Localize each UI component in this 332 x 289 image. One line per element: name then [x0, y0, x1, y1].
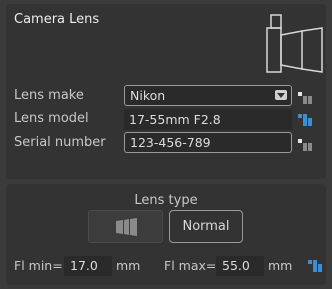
serial-number-label: Serial number — [14, 135, 106, 150]
fl-max-input[interactable]: 55.0 — [216, 256, 264, 276]
lens-model-label: Lens model — [14, 111, 89, 126]
lens-model-input[interactable]: 17-55mm F2.8 — [124, 109, 292, 130]
lens-model-preset-icon[interactable] — [298, 114, 313, 126]
lens-make-preset-icon[interactable] — [298, 92, 313, 104]
normal-lens-button[interactable]: Normal — [169, 210, 243, 243]
fl-max-label: Fl max= — [164, 258, 217, 273]
fl-max-unit: mm — [268, 258, 293, 273]
lens-make-value: Nikon — [130, 88, 166, 103]
camera-icon — [266, 14, 323, 73]
lens-type-label: Lens type — [134, 193, 198, 208]
camera-lens-panel: Camera Lens Lens make Nikon Lens model 1… — [6, 4, 326, 179]
fisheye-lens-button[interactable] — [88, 210, 163, 243]
panel-title: Camera Lens — [14, 12, 100, 27]
lens-make-dropdown[interactable]: Nikon — [124, 85, 292, 106]
dropdown-arrow-icon[interactable] — [275, 90, 287, 100]
lens-make-label: Lens make — [14, 88, 84, 103]
fl-min-label: Fl min= — [14, 258, 63, 273]
focal-length-preset-icon[interactable] — [308, 260, 323, 272]
serial-number-input[interactable]: 123-456-789 — [124, 132, 292, 153]
fl-min-unit: mm — [116, 258, 141, 273]
fl-min-input[interactable]: 17.0 — [64, 256, 112, 276]
serial-number-preset-icon[interactable] — [298, 139, 313, 151]
lens-type-panel: Lens type Normal Fl min= 17.0 mm Fl max=… — [6, 184, 326, 285]
lens-icon — [116, 218, 137, 236]
